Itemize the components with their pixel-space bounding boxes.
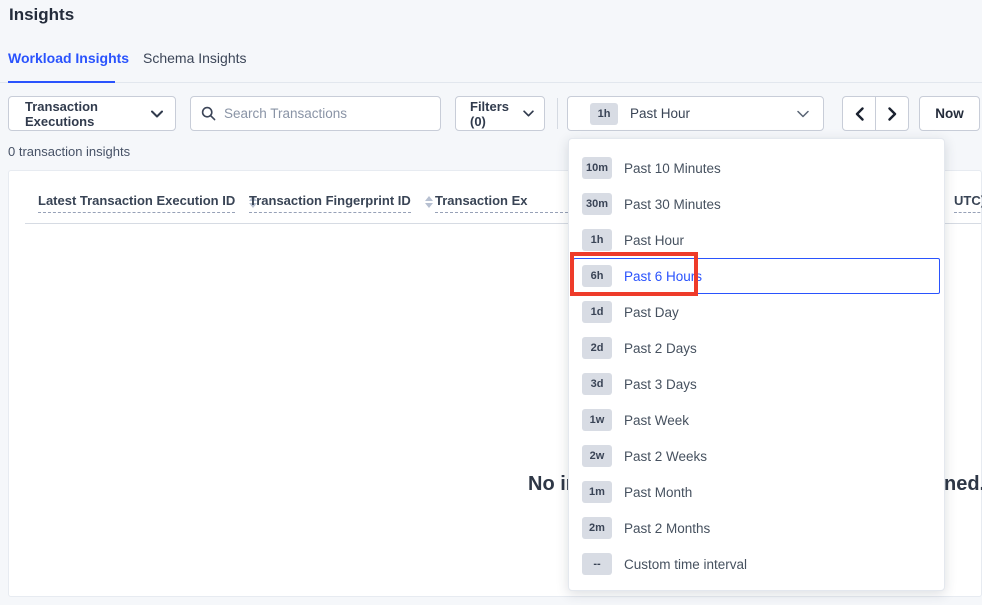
time-option-label: Custom time interval xyxy=(624,557,747,572)
chevron-down-icon xyxy=(151,110,163,118)
chevron-down-icon xyxy=(797,110,809,118)
time-option-1h[interactable]: 1h Past Hour xyxy=(573,222,940,258)
now-button[interactable]: Now xyxy=(919,96,980,131)
tab-schema-insights[interactable]: Schema Insights xyxy=(143,50,247,66)
filters-button[interactable]: Filters (0) xyxy=(455,96,545,131)
toolbar-divider xyxy=(557,98,558,129)
time-option-label: Past 2 Days xyxy=(624,341,697,356)
time-option-1m[interactable]: 1m Past Month xyxy=(573,474,940,510)
time-option-label: Past 2 Months xyxy=(624,521,710,536)
time-option-1d[interactable]: 1d Past Day xyxy=(573,294,940,330)
time-option-badge: 1h xyxy=(582,229,612,251)
tabs-bar: Workload Insights Schema Insights xyxy=(0,44,982,83)
time-range-select[interactable]: 1h Past Hour xyxy=(567,96,824,131)
insights-count: 0 transaction insights xyxy=(8,144,130,159)
time-option-2m[interactable]: 2m Past 2 Months xyxy=(573,510,940,546)
chevron-right-icon xyxy=(888,107,897,121)
time-option-label: Past 3 Days xyxy=(624,377,697,392)
chevron-down-icon xyxy=(523,110,534,117)
page-title: Insights xyxy=(9,5,74,25)
time-option-1w[interactable]: 1w Past Week xyxy=(573,402,940,438)
column-header-utc[interactable]: UTC) xyxy=(954,193,982,213)
time-option-30m[interactable]: 30m Past 30 Minutes xyxy=(573,186,940,222)
time-prev-button[interactable] xyxy=(843,97,876,130)
empty-state-text-right: ned. xyxy=(944,473,982,496)
time-option-label: Past 6 Hours xyxy=(624,269,702,284)
time-option-badge: 6h xyxy=(582,265,612,287)
search-icon xyxy=(201,106,216,121)
workload-type-select[interactable]: Transaction Executions xyxy=(8,96,176,131)
active-tab-underline xyxy=(8,81,115,83)
time-option-10m[interactable]: 10m Past 10 Minutes xyxy=(573,150,940,186)
time-option-badge: 1w xyxy=(582,409,612,431)
time-option-label: Past Week xyxy=(624,413,689,428)
time-option-badge: 2m xyxy=(582,517,612,539)
time-range-badge: 1h xyxy=(590,103,618,125)
time-option-badge: -- xyxy=(582,553,612,575)
time-option-3d[interactable]: 3d Past 3 Days xyxy=(573,366,940,402)
workload-type-label: Transaction Executions xyxy=(25,99,151,129)
time-option-custom[interactable]: -- Custom time interval xyxy=(573,546,940,582)
time-option-badge: 30m xyxy=(582,193,612,215)
time-option-2d[interactable]: 2d Past 2 Days xyxy=(573,330,940,366)
time-option-label: Past 30 Minutes xyxy=(624,197,721,212)
search-box[interactable] xyxy=(190,96,441,131)
time-option-badge: 1m xyxy=(582,481,612,503)
time-option-label: Past Hour xyxy=(624,233,684,248)
search-input[interactable] xyxy=(224,106,430,121)
time-option-badge: 3d xyxy=(582,373,612,395)
time-next-button[interactable] xyxy=(876,97,908,130)
time-option-badge: 2d xyxy=(582,337,612,359)
chevron-left-icon xyxy=(855,107,864,121)
time-option-badge: 10m xyxy=(582,157,612,179)
column-header-transaction-execution[interactable]: Transaction Ex xyxy=(435,193,578,213)
time-range-label: Past Hour xyxy=(630,106,690,121)
time-option-2w[interactable]: 2w Past 2 Weeks xyxy=(573,438,940,474)
column-header-transaction-fingerprint-id[interactable]: Transaction Fingerprint ID xyxy=(249,193,433,213)
column-header-latest-transaction-execution-id[interactable]: Latest Transaction Execution ID xyxy=(38,193,257,213)
sort-icon[interactable] xyxy=(425,196,433,208)
time-option-label: Past Month xyxy=(624,485,692,500)
now-label: Now xyxy=(935,106,964,121)
time-dropdown-menu: 10m Past 10 Minutes 30m Past 30 Minutes 1h Pa… xyxy=(568,138,945,591)
tab-workload-insights[interactable]: Workload Insights xyxy=(8,50,129,66)
filters-label: Filters (0) xyxy=(470,99,523,129)
time-nav-group xyxy=(842,96,909,131)
time-option-label: Past 2 Weeks xyxy=(624,449,707,464)
time-option-label: Past Day xyxy=(624,305,679,320)
time-option-badge: 2w xyxy=(582,445,612,467)
time-option-badge: 1d xyxy=(582,301,612,323)
toolbar: Transaction Executions Filters (0) 1h Pa… xyxy=(0,96,982,131)
time-option-6h[interactable]: 6h Past 6 Hours xyxy=(573,258,940,294)
time-option-label: Past 10 Minutes xyxy=(624,161,721,176)
